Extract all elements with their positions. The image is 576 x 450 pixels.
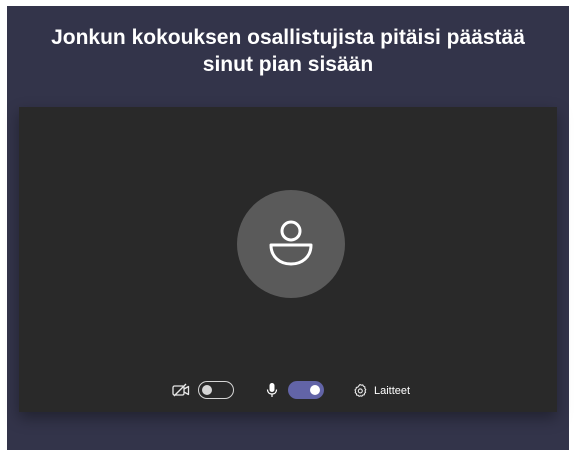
person-icon	[269, 220, 313, 266]
camera-off-icon[interactable]	[172, 383, 190, 397]
devices-button-label[interactable]: Laitteet	[374, 384, 410, 398]
microphone-toggle-knob	[310, 384, 320, 395]
gear-icon[interactable]	[352, 383, 368, 399]
avatar	[237, 190, 345, 298]
microphone-icon[interactable]	[266, 382, 278, 398]
lobby-screen: Jonkun kokouksen osallistujista pitäisi …	[7, 6, 569, 450]
video-preview: Laitteet	[19, 107, 557, 412]
lobby-heading-line-2: sinut pian sisään	[202, 53, 374, 76]
preview-controls: Laitteet	[19, 378, 557, 404]
microphone-toggle[interactable]	[288, 381, 324, 399]
lobby-heading: Jonkun kokouksen osallistujista pitäisi …	[7, 24, 569, 78]
camera-toggle-knob	[202, 384, 212, 395]
lobby-heading-line-1: Jonkun kokouksen osallistujista pitäisi …	[51, 26, 525, 49]
camera-toggle[interactable]	[198, 381, 234, 399]
